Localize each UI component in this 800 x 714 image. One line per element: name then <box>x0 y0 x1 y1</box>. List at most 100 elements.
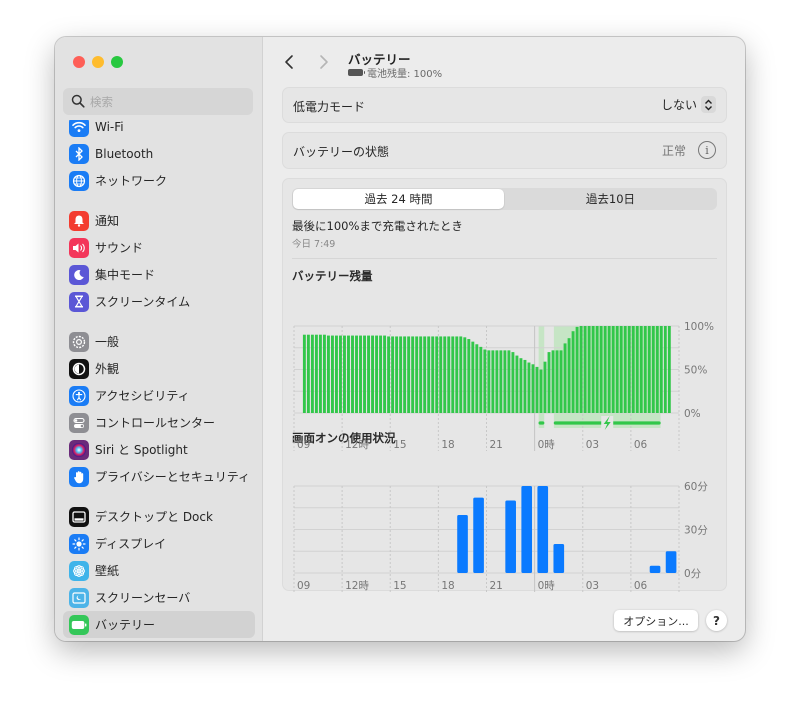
battery-level-bar <box>559 350 563 413</box>
close-button[interactable] <box>73 56 85 68</box>
screensaver-icon <box>69 587 89 608</box>
sidebar-item-hand[interactable]: プライバシーとセキュリティ <box>63 463 255 490</box>
battery-x-tick-label: 18 <box>441 439 454 451</box>
info-icon[interactable]: i <box>698 141 716 159</box>
back-button[interactable] <box>281 53 299 71</box>
sidebar-item-label: 集中モード <box>95 268 156 282</box>
bluetooth-icon <box>69 143 89 164</box>
screen-usage-bar <box>473 497 484 573</box>
sidebar-item-label: Wi-Fi <box>95 120 124 134</box>
sidebar-item-appearance[interactable]: 外観 <box>63 355 255 382</box>
battery-level-bar <box>407 336 411 413</box>
battery-level-bar <box>607 326 611 413</box>
sidebar-item-accessibility[interactable]: アクセシビリティ <box>63 382 255 409</box>
battery-level-text: 電池残量: 100% <box>367 69 443 80</box>
search-field[interactable] <box>63 88 253 115</box>
battery-level-bar <box>339 335 342 413</box>
battery-level-bar <box>599 326 603 413</box>
battery-level-bar <box>471 341 475 413</box>
sidebar-item-wallpaper[interactable]: 壁紙 <box>63 557 255 584</box>
screen-usage-bar <box>505 500 516 573</box>
battery-level-bar <box>615 326 619 413</box>
battery-level-bar <box>567 338 571 413</box>
battery-y-tick-label: 0% <box>684 408 701 420</box>
zoom-button[interactable] <box>111 56 123 68</box>
moon-icon <box>69 264 89 285</box>
screen-usage-bar <box>649 565 661 573</box>
battery-level-bar <box>367 335 370 413</box>
sidebar-item-bluetooth[interactable]: Bluetooth <box>63 140 255 167</box>
battery-level-bar <box>439 336 443 413</box>
sidebar-item-moon[interactable]: 集中モード <box>63 261 255 288</box>
screen-usage-bar <box>537 486 549 573</box>
battery-x-tick-label: 0時 <box>538 439 556 451</box>
usage-y-tick-label: 60分 <box>684 481 708 493</box>
battery-level-bar <box>483 349 487 413</box>
battery-level-bar <box>343 335 346 413</box>
sidebar-group-separator <box>55 490 263 503</box>
battery-level-bar <box>515 355 519 413</box>
battery-level-bar <box>583 326 587 413</box>
sidebar-item-screensaver[interactable]: スクリーンセーバ <box>63 584 255 611</box>
bell-icon <box>69 210 89 231</box>
forward-button[interactable] <box>314 53 332 71</box>
battery-level-bar <box>643 326 647 413</box>
battery-level-bar <box>491 350 495 413</box>
dock-icon <box>69 506 89 527</box>
minimize-button[interactable] <box>92 56 104 68</box>
battery-level-bar <box>351 335 354 413</box>
sidebar-item-sun[interactable]: ディスプレイ <box>63 530 255 557</box>
sidebar-item-globe[interactable]: ネットワーク <box>63 167 255 194</box>
battery-level-bar <box>543 361 547 413</box>
sidebar-item-label: Bluetooth <box>95 146 154 161</box>
sidebar-item-speaker[interactable]: サウンド <box>63 234 255 261</box>
low-power-mode-select[interactable]: しない <box>661 96 716 113</box>
screen-usage-bar <box>553 544 565 573</box>
wifi-icon <box>69 120 89 137</box>
battery-level-bar <box>479 346 483 413</box>
sidebar-item-bell[interactable]: 通知 <box>63 207 255 234</box>
accessibility-icon <box>69 385 89 406</box>
screen-usage-bar <box>521 486 533 573</box>
battery-level-bar <box>563 343 567 413</box>
help-button[interactable]: ? <box>706 610 727 631</box>
sidebar-item-dock[interactable]: デスクトップと Dock <box>63 503 255 530</box>
battery-level-bar <box>511 352 515 413</box>
sidebar: Wi-Fi Bluetooth ネットワーク通知サウンド集中モードスクリーンタイム一… <box>55 37 263 641</box>
battery-level-bar <box>667 326 671 413</box>
battery-level-bar <box>523 359 527 413</box>
usage-x-tick-label: 0時 <box>538 580 556 592</box>
battery-level-bar <box>555 350 559 413</box>
battery-level-bar <box>579 326 583 413</box>
sidebar-group-separator <box>55 315 263 328</box>
usage-x-tick-label: 06 <box>634 580 648 592</box>
battery-icon <box>348 69 365 76</box>
battery-level-bar <box>423 336 427 413</box>
battery-level-bar <box>322 334 326 413</box>
battery-level-bar <box>310 334 314 413</box>
search-input[interactable] <box>90 92 245 111</box>
sidebar-item-hourglass[interactable]: スクリーンタイム <box>63 288 255 315</box>
sidebar-item-control-center[interactable]: コントロールセンター <box>63 409 255 436</box>
sidebar-item-label: バッテリー <box>95 618 156 632</box>
sidebar-item-label: 一般 <box>95 335 120 349</box>
options-button[interactable]: オプション... <box>614 610 698 631</box>
usage-x-tick-label: 03 <box>586 580 599 592</box>
battery-level-bar <box>663 326 667 413</box>
screen-usage-bar <box>665 551 677 573</box>
sidebar-item-siri[interactable]: Siri と Spotlight <box>63 436 255 463</box>
sidebar-item-gear[interactable]: 一般 <box>63 328 255 355</box>
usage-x-tick-label: 09 <box>297 580 310 592</box>
screen-usage-bar <box>457 515 468 573</box>
battery-level-bar <box>431 336 435 413</box>
sidebar-item-battery[interactable]: バッテリー <box>63 611 255 638</box>
battery-level-bar <box>419 336 423 413</box>
sidebar-item-label: プライバシーとセキュリティ <box>95 470 251 484</box>
battery-level-bar <box>347 335 350 413</box>
sidebar-item-wifi[interactable]: Wi-Fi <box>63 120 255 140</box>
sidebar-item-label: デスクトップと Dock <box>95 510 213 524</box>
battery-level-bar <box>539 369 543 413</box>
battery-level-bar <box>603 326 607 413</box>
sidebar-item-label: スクリーンタイム <box>95 295 191 309</box>
sidebar-list[interactable]: Wi-Fi Bluetooth ネットワーク 通知 サウンド集中モードスクリーンタイム一… <box>55 120 263 641</box>
